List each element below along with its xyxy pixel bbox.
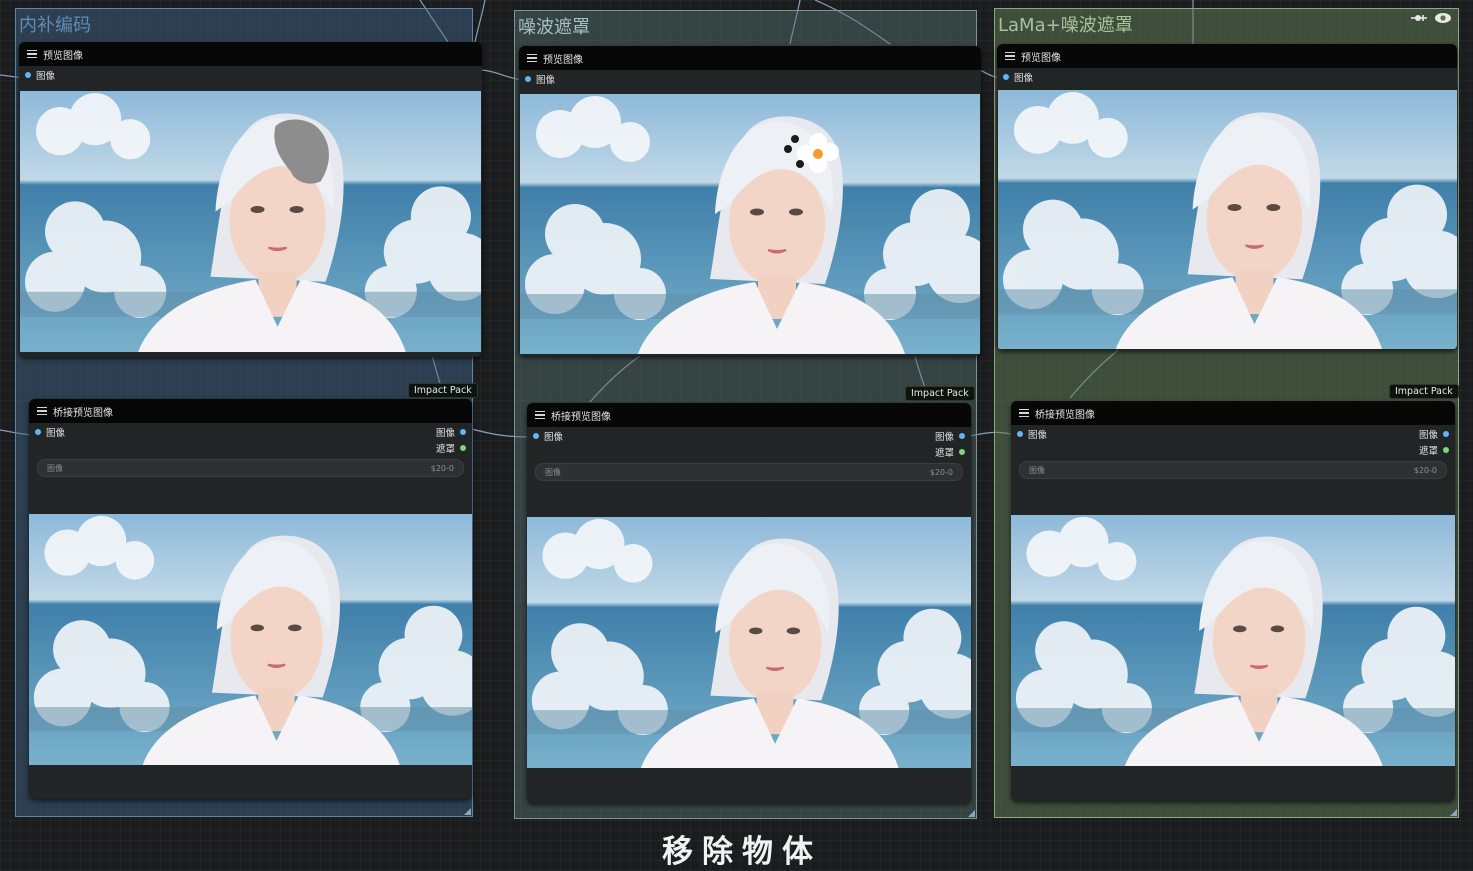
input-dot[interactable]	[1017, 431, 1023, 437]
output-dot[interactable]	[460, 445, 466, 451]
slot-label: 遮罩	[1418, 446, 1438, 457]
slot-label: 图像	[435, 428, 455, 439]
input-slot-image[interactable]: 图像	[533, 429, 563, 443]
group-resize-handle[interactable]	[464, 808, 471, 815]
widget-label: 图像	[47, 463, 63, 473]
pin-icon[interactable]	[1410, 12, 1428, 24]
output-slot-image[interactable]: 图像	[1419, 427, 1449, 441]
menu-icon[interactable]	[535, 409, 545, 422]
io-slot-row: 遮罩	[527, 443, 971, 459]
slot-label: 图像	[46, 428, 66, 439]
node-title: 桥接预览图像	[1035, 409, 1095, 421]
group-icons	[1410, 12, 1452, 24]
input-slot-image[interactable]: 图像	[25, 68, 55, 82]
preview-image	[527, 517, 971, 768]
node-title: 桥接预览图像	[53, 407, 113, 419]
widget-label: 图像	[545, 467, 561, 477]
input-slot-row: 图像	[997, 68, 1457, 84]
preview-image	[29, 514, 472, 765]
caption-text: 移除物体	[662, 834, 822, 870]
preview-image-node[interactable]: 预览图像 图像	[519, 46, 981, 356]
widget-value: $20-0	[929, 467, 953, 477]
widget-label: 图像	[1029, 465, 1045, 475]
slot-label: 图像	[1418, 430, 1438, 441]
input-slot-row: 图像	[19, 66, 482, 82]
node-header[interactable]: 桥接预览图像	[29, 399, 472, 423]
slot-label: 图像	[36, 71, 56, 82]
input-slot-image[interactable]: 图像	[1003, 70, 1033, 84]
impact-pack-badge: Impact Pack	[905, 386, 975, 401]
preview-image	[520, 94, 980, 354]
output-slot-mask[interactable]: 遮罩	[935, 445, 965, 459]
widget-value: $20-0	[1413, 465, 1437, 475]
slot-label: 遮罩	[435, 444, 455, 455]
menu-icon[interactable]	[527, 52, 537, 65]
preview-image	[1011, 515, 1455, 766]
output-slot-image[interactable]: 图像	[935, 429, 965, 443]
image-widget[interactable]: 图像 $20-0	[37, 459, 464, 477]
io-slot-row: 遮罩	[29, 439, 472, 455]
output-dot[interactable]	[1443, 431, 1449, 437]
impact-pack-badge: Impact Pack	[408, 383, 478, 398]
output-dot[interactable]	[460, 429, 466, 435]
impact-pack-badge: Impact Pack	[1389, 384, 1459, 399]
slot-label: 图像	[536, 75, 556, 86]
group-resize-handle[interactable]	[968, 810, 975, 817]
slot-label: 遮罩	[934, 448, 954, 459]
eye-icon[interactable]	[1434, 12, 1452, 24]
menu-icon[interactable]	[1019, 407, 1029, 420]
bridge-preview-image-node[interactable]: 桥接预览图像 图像 图像 遮罩 图像 $20-0	[29, 399, 472, 799]
group-title: 内补编码	[19, 15, 91, 36]
bridge-preview-image-node[interactable]: 桥接预览图像 图像 图像 遮罩 图像 $20-0	[1011, 401, 1455, 801]
image-widget[interactable]: 图像 $20-0	[535, 463, 963, 481]
input-slot-image[interactable]: 图像	[1017, 427, 1047, 441]
preview-image	[998, 90, 1457, 349]
node-title: 预览图像	[43, 50, 83, 62]
image-widget[interactable]: 图像 $20-0	[1019, 461, 1447, 479]
output-dot[interactable]	[1443, 447, 1449, 453]
output-dot[interactable]	[959, 433, 965, 439]
node-title: 预览图像	[543, 54, 583, 66]
input-dot[interactable]	[1003, 74, 1009, 80]
input-dot[interactable]	[533, 433, 539, 439]
node-header[interactable]: 桥接预览图像	[1011, 401, 1455, 425]
input-dot[interactable]	[525, 76, 531, 82]
menu-icon[interactable]	[1005, 50, 1015, 63]
slot-label: 图像	[544, 432, 564, 443]
output-slot-mask[interactable]: 遮罩	[1419, 443, 1449, 457]
input-dot[interactable]	[25, 72, 31, 78]
io-slot-row: 图像 图像	[527, 427, 971, 443]
output-dot[interactable]	[959, 449, 965, 455]
input-slot-row: 图像	[519, 70, 981, 86]
output-slot-image[interactable]: 图像	[436, 425, 466, 439]
node-header[interactable]: 预览图像	[519, 46, 981, 70]
group-resize-handle[interactable]	[1450, 809, 1457, 816]
slot-label: 图像	[934, 432, 954, 443]
io-slot-row: 图像 图像	[29, 423, 472, 439]
node-header[interactable]: 预览图像	[997, 44, 1457, 68]
widget-value: $20-0	[430, 463, 454, 473]
node-header[interactable]: 预览图像	[19, 42, 482, 66]
node-header[interactable]: 桥接预览图像	[527, 403, 971, 427]
input-slot-image[interactable]: 图像	[35, 425, 65, 439]
group-title: 噪波遮罩	[518, 17, 590, 38]
menu-icon[interactable]	[37, 405, 47, 418]
node-title: 预览图像	[1021, 52, 1061, 64]
output-slot-mask[interactable]: 遮罩	[436, 441, 466, 455]
slot-label: 图像	[1014, 73, 1034, 84]
preview-image	[20, 91, 481, 352]
preview-image-node[interactable]: 预览图像 图像	[997, 44, 1457, 350]
input-slot-image[interactable]: 图像	[525, 72, 555, 86]
io-slot-row: 图像 图像	[1011, 425, 1455, 441]
preview-image-node[interactable]: 预览图像 图像	[19, 42, 482, 357]
group-title: LaMa+噪波遮罩	[998, 15, 1133, 36]
slot-label: 图像	[1028, 430, 1048, 441]
io-slot-row: 遮罩	[1011, 441, 1455, 457]
bridge-preview-image-node[interactable]: 桥接预览图像 图像 图像 遮罩 图像 $20-0	[527, 403, 971, 803]
menu-icon[interactable]	[27, 48, 37, 61]
input-dot[interactable]	[35, 429, 41, 435]
node-title: 桥接预览图像	[551, 411, 611, 423]
